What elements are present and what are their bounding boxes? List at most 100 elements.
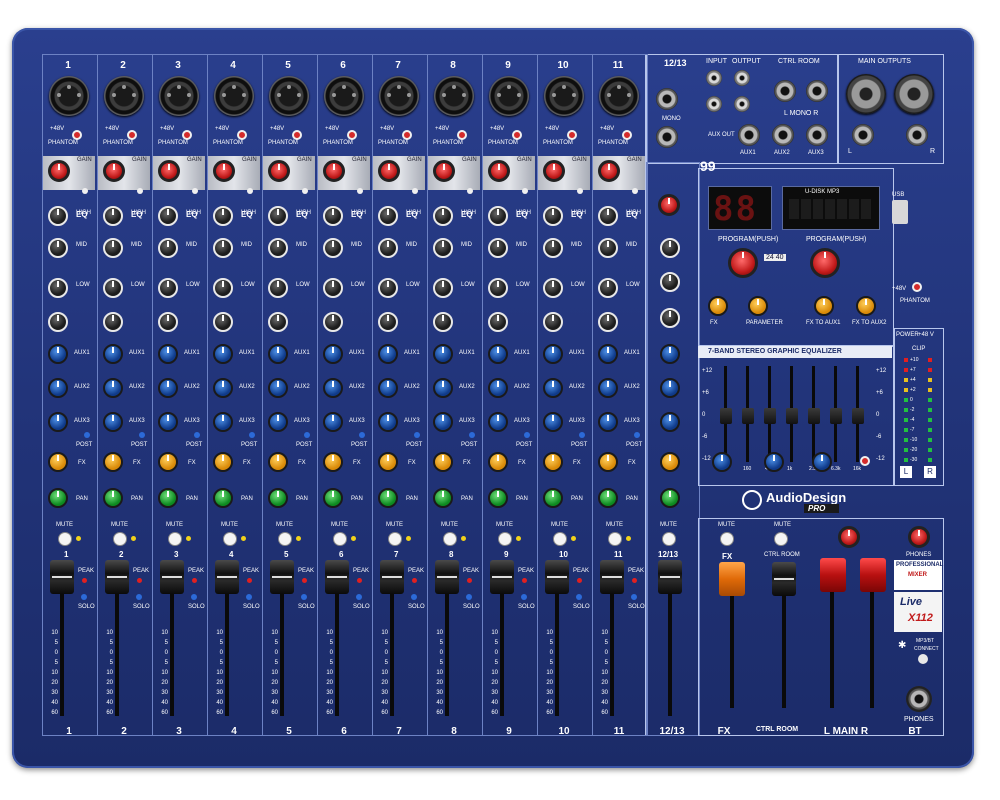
pan-knob[interactable] [158, 488, 178, 508]
stereo-eq-knob[interactable] [660, 238, 680, 258]
solo-button[interactable] [136, 594, 142, 600]
pan-knob[interactable] [543, 488, 563, 508]
post-switch[interactable] [524, 432, 530, 438]
fx-send-knob[interactable] [543, 452, 563, 472]
eq-knob[interactable] [48, 278, 68, 298]
gain-knob[interactable] [103, 160, 125, 182]
channel-input-combo-jack[interactable] [324, 76, 364, 116]
eq-knob[interactable] [268, 238, 288, 258]
solo-button[interactable] [411, 594, 417, 600]
gain-knob[interactable] [543, 160, 565, 182]
aux3-send-knob[interactable] [543, 412, 563, 432]
phantom-switch[interactable] [402, 130, 412, 140]
stereo-eq-knob[interactable] [660, 308, 680, 328]
gain-knob[interactable] [323, 160, 345, 182]
aux3-send-knob[interactable] [158, 412, 178, 432]
eq-knob[interactable] [598, 238, 618, 258]
eq-knob[interactable] [433, 238, 453, 258]
channel-fader[interactable] [160, 560, 184, 594]
eq-knob[interactable] [158, 278, 178, 298]
solo-button[interactable] [631, 594, 637, 600]
gain-knob[interactable] [48, 160, 70, 182]
mute-button[interactable] [168, 532, 182, 546]
stereo-fx-knob[interactable] [660, 452, 680, 472]
eq-knob[interactable] [323, 238, 343, 258]
phantom-switch[interactable] [567, 130, 577, 140]
aux2-send-knob[interactable] [543, 378, 563, 398]
channel-input-combo-jack[interactable] [434, 76, 474, 116]
ctrl-mute-button[interactable] [774, 532, 788, 546]
channel-input-combo-jack[interactable] [49, 76, 89, 116]
mute-button[interactable] [223, 532, 237, 546]
fx-send-knob[interactable] [213, 452, 233, 472]
channel-fader[interactable] [105, 560, 129, 594]
eq-knob[interactable] [213, 238, 233, 258]
stereo-aux-knob[interactable] [660, 378, 680, 398]
aux2-send-knob[interactable] [158, 378, 178, 398]
post-switch[interactable] [249, 432, 255, 438]
aux3-send-knob[interactable] [213, 412, 233, 432]
geq-band-slider[interactable] [852, 408, 864, 424]
eq-knob[interactable] [268, 312, 288, 332]
eq-knob[interactable] [488, 278, 508, 298]
fx-to-aux1-knob[interactable] [814, 296, 834, 316]
aux1-send-knob[interactable] [323, 344, 343, 364]
post-switch[interactable] [579, 432, 585, 438]
fx-send-knob[interactable] [598, 452, 618, 472]
ctrl-room-fader[interactable] [772, 562, 796, 596]
pan-knob[interactable] [48, 488, 68, 508]
post-switch[interactable] [359, 432, 365, 438]
eq-knob[interactable] [598, 278, 618, 298]
aux1-send-knob[interactable] [598, 344, 618, 364]
solo-button[interactable] [191, 594, 197, 600]
aux1-out-jack[interactable] [738, 124, 760, 146]
geq-band-slider[interactable] [742, 408, 754, 424]
stereo-channel-fader[interactable] [658, 560, 682, 594]
geq-band-slider[interactable] [808, 408, 820, 424]
eq-knob[interactable] [158, 238, 178, 258]
stereo-pan-knob[interactable] [660, 488, 680, 508]
eq-knob[interactable] [103, 312, 123, 332]
solo-button[interactable] [521, 594, 527, 600]
channel-input-combo-jack[interactable] [599, 76, 639, 116]
parameter-knob[interactable] [748, 296, 768, 316]
stereo-aux-knob[interactable] [660, 412, 680, 432]
eq-knob[interactable] [323, 206, 343, 226]
post-switch[interactable] [634, 432, 640, 438]
eq-knob[interactable] [488, 312, 508, 332]
aux3-send-knob[interactable] [268, 412, 288, 432]
aux1-send-knob[interactable] [158, 344, 178, 364]
eq-knob[interactable] [543, 278, 563, 298]
fx-send-knob[interactable] [488, 452, 508, 472]
pan-knob[interactable] [598, 488, 618, 508]
eq-knob[interactable] [378, 312, 398, 332]
channel-input-combo-jack[interactable] [489, 76, 529, 116]
mute-button[interactable] [278, 532, 292, 546]
gain-knob[interactable] [158, 160, 180, 182]
main-r-fader[interactable] [860, 558, 886, 592]
aux2-send-knob[interactable] [268, 378, 288, 398]
channel-fader[interactable] [380, 560, 404, 594]
eq-knob[interactable] [103, 206, 123, 226]
phantom-switch[interactable] [347, 130, 357, 140]
phantom-switch[interactable] [72, 130, 82, 140]
eq-knob[interactable] [48, 238, 68, 258]
post-switch[interactable] [194, 432, 200, 438]
pan-knob[interactable] [433, 488, 453, 508]
stereo-input-jack-r[interactable] [656, 126, 678, 148]
fx-send-knob[interactable] [323, 452, 343, 472]
ctrl-room-jack-r[interactable] [806, 80, 828, 102]
mute-button[interactable] [58, 532, 72, 546]
eq-knob[interactable] [598, 312, 618, 332]
fx-level-knob[interactable] [708, 296, 728, 316]
pan-knob[interactable] [378, 488, 398, 508]
solo-button[interactable] [576, 594, 582, 600]
aux2-send-knob[interactable] [378, 378, 398, 398]
eq-knob[interactable] [488, 238, 508, 258]
main-output-xlr-r[interactable] [894, 74, 934, 114]
main-output-jack-r[interactable] [906, 124, 928, 146]
eq-knob[interactable] [48, 312, 68, 332]
aux2-send-knob[interactable] [433, 378, 453, 398]
mute-button[interactable] [388, 532, 402, 546]
channel-input-combo-jack[interactable] [159, 76, 199, 116]
